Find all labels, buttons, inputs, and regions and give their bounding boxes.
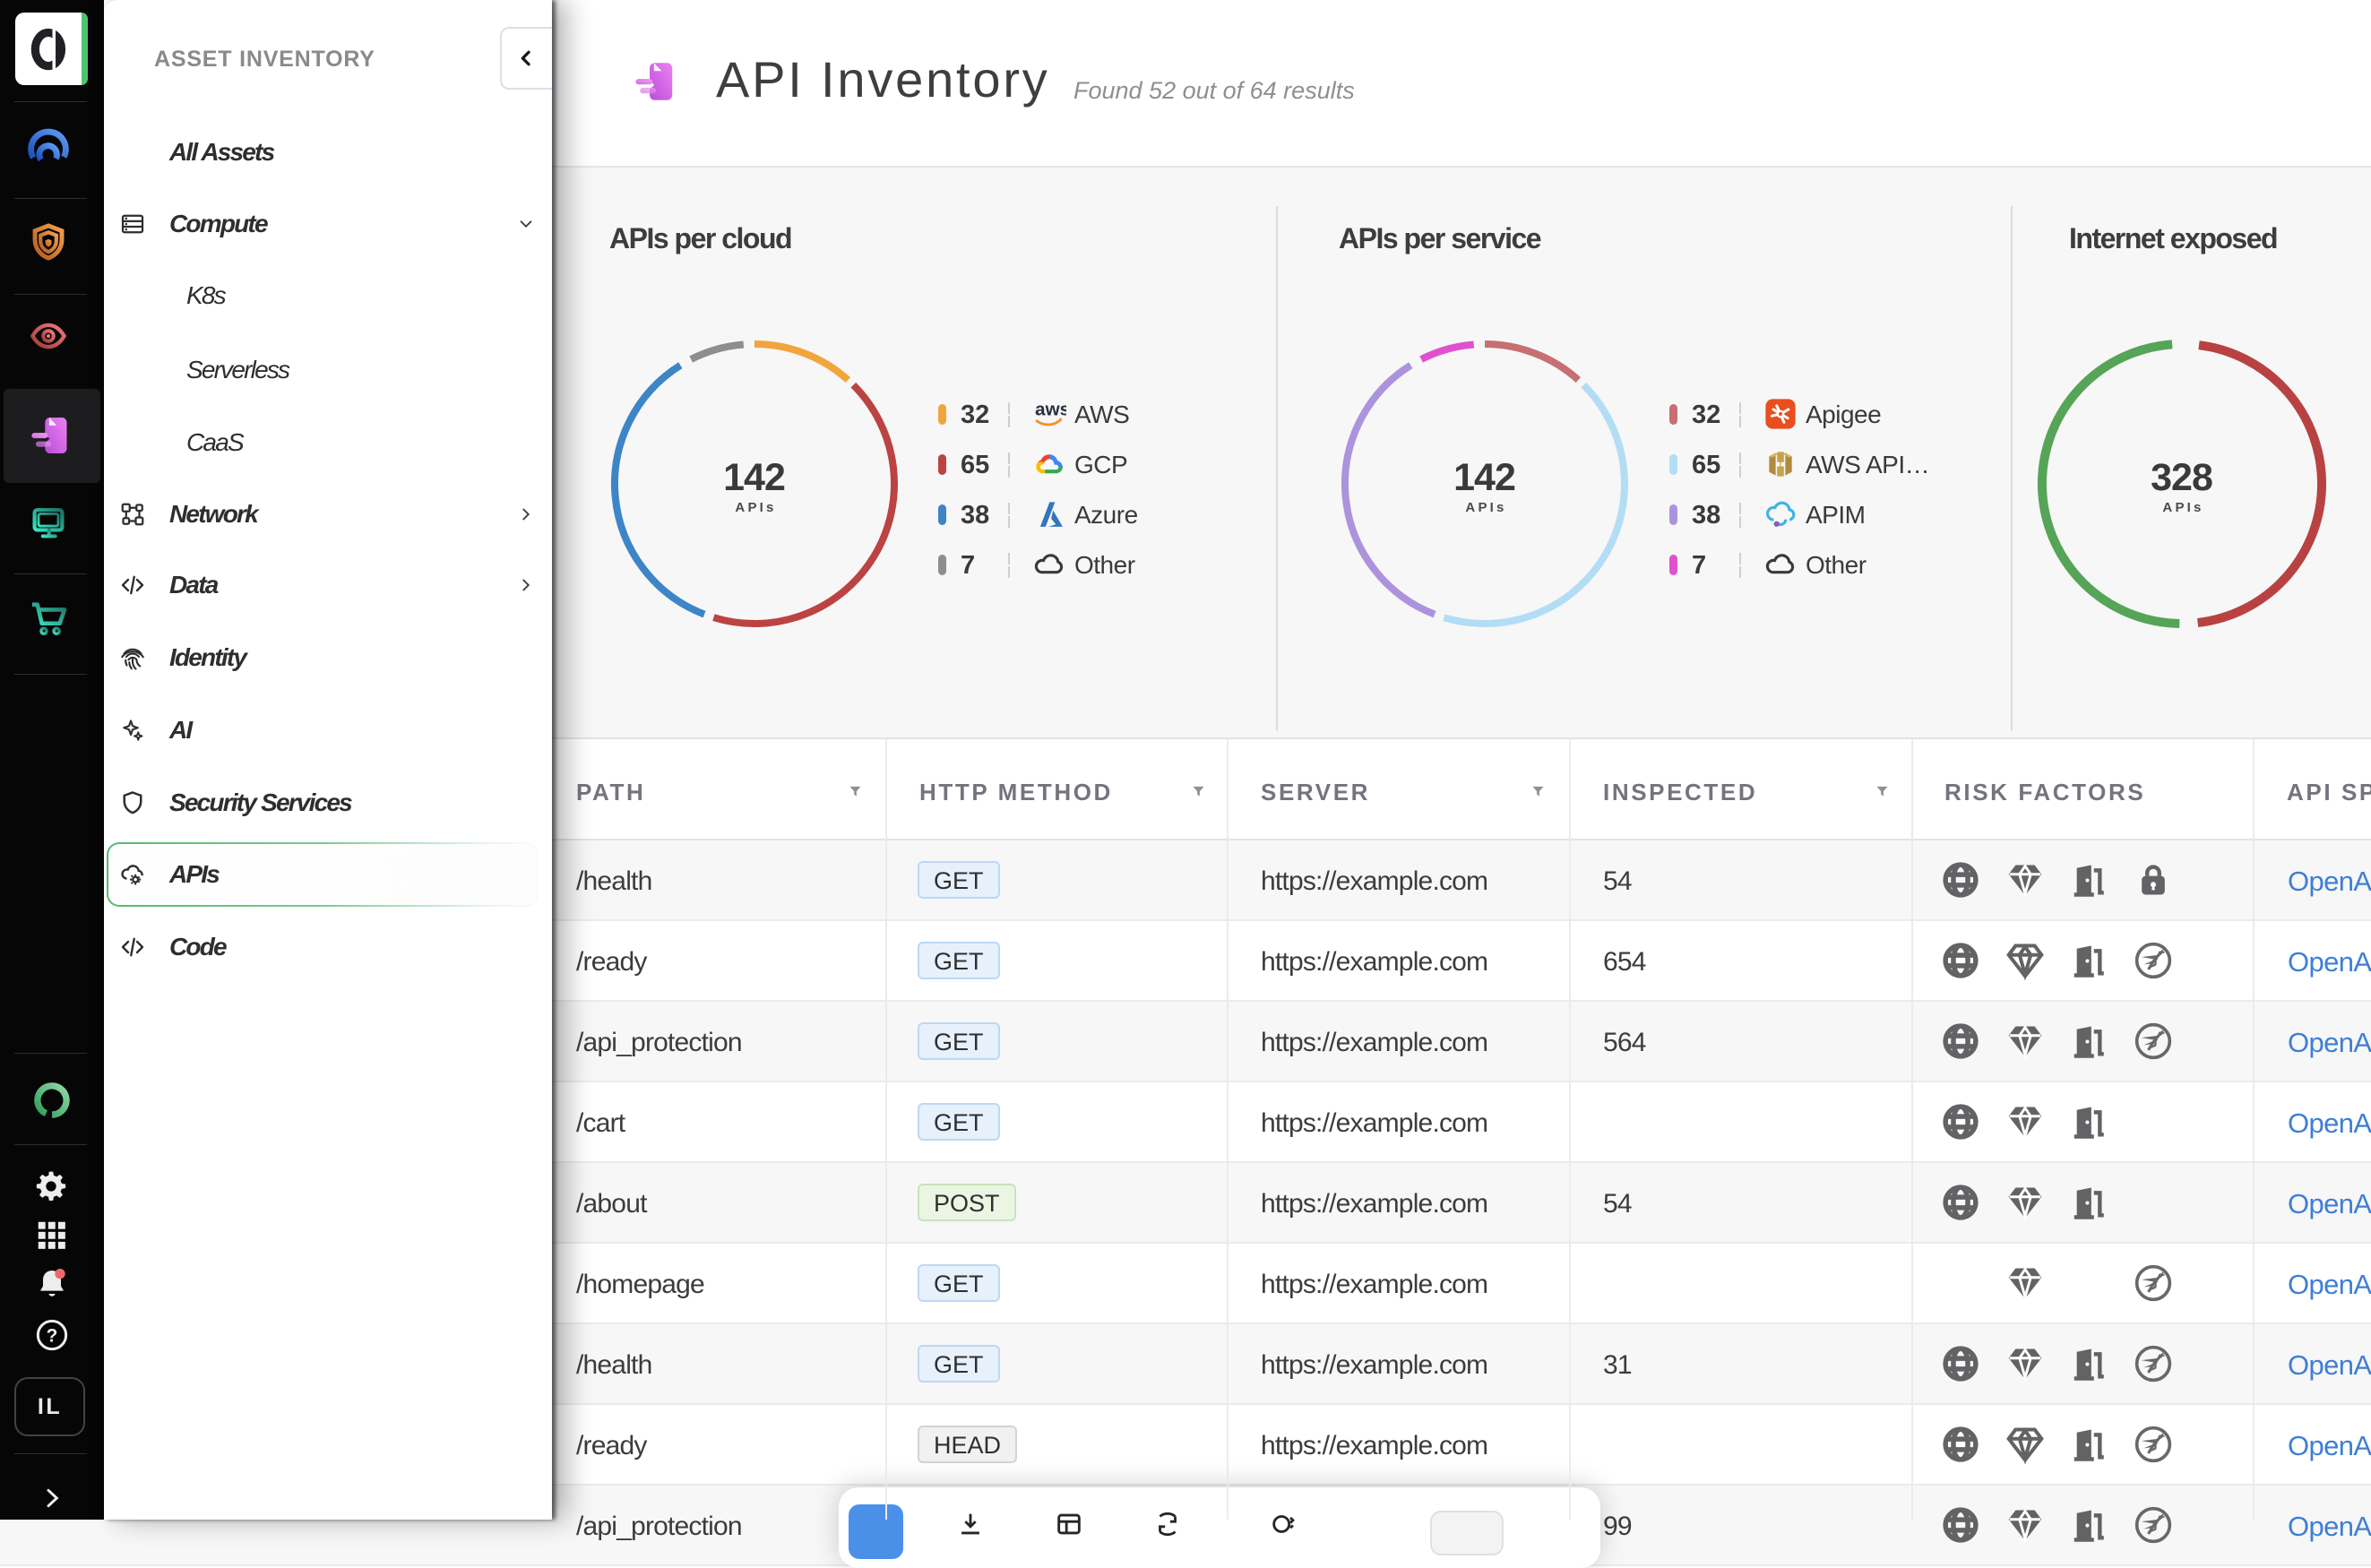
svg-text:?: ? bbox=[47, 1325, 58, 1346]
svg-text:aws: aws bbox=[1035, 400, 1066, 420]
